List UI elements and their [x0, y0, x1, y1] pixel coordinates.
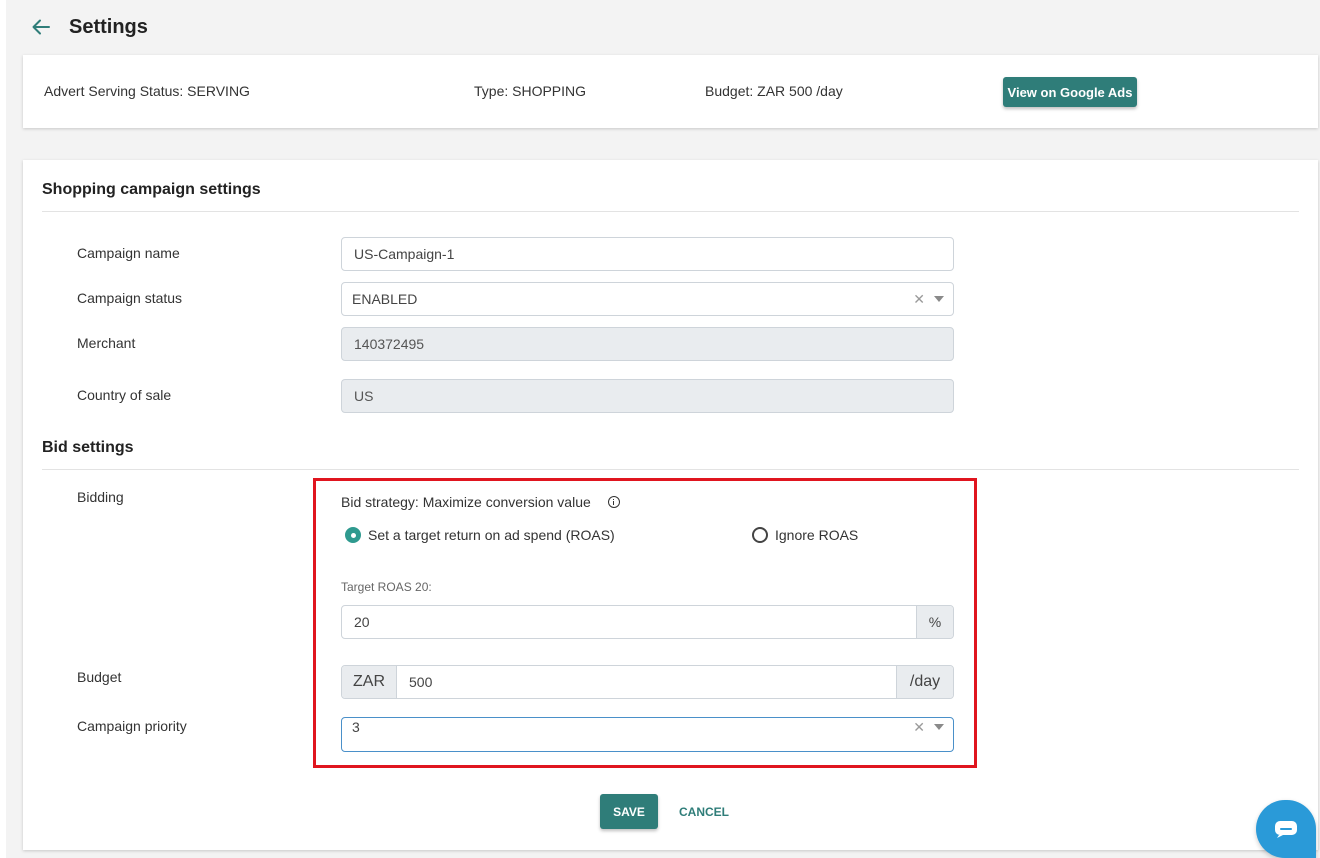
budget-input[interactable]: 500 — [397, 666, 896, 698]
campaign-status-value: ENABLED — [352, 291, 418, 307]
target-roas-radio[interactable]: Set a target return on ad spend (ROAS) — [345, 527, 615, 543]
radio-unchecked-icon[interactable] — [752, 527, 768, 543]
section-divider — [42, 211, 1299, 212]
bid-settings-title: Bid settings — [42, 439, 134, 456]
save-button[interactable]: SAVE — [600, 794, 658, 829]
back-arrow-icon[interactable] — [30, 16, 52, 38]
cancel-button[interactable]: CANCEL — [673, 794, 735, 829]
section-divider — [42, 469, 1299, 470]
select-controls: ✕ — [913, 283, 944, 315]
campaign-priority-value: 3 — [352, 719, 360, 735]
clear-icon[interactable]: ✕ — [913, 292, 925, 306]
budget-input-group: ZAR 500 /day — [341, 665, 954, 699]
radio-checked-icon[interactable] — [345, 527, 361, 543]
view-on-google-ads-button[interactable]: View on Google Ads — [1003, 77, 1137, 107]
campaign-priority-select[interactable]: 3 ✕ — [341, 717, 954, 752]
campaign-name-input[interactable]: US-Campaign-1 — [341, 237, 954, 271]
country-of-sale-value: US — [354, 388, 374, 404]
ignore-roas-radio-label: Ignore ROAS — [775, 527, 859, 543]
ignore-roas-radio[interactable]: Ignore ROAS — [752, 527, 858, 543]
bid-strategy: Bid strategy: Maximize conversion value — [341, 494, 620, 510]
serving-status: Advert Serving Status: SERVING — [44, 83, 250, 99]
page-title: Settings — [69, 15, 148, 38]
campaign-status-select[interactable]: ENABLED ✕ — [341, 282, 954, 316]
clear-icon[interactable]: ✕ — [913, 720, 925, 734]
page-header: Settings — [30, 12, 148, 42]
info-icon[interactable] — [607, 496, 620, 508]
chevron-down-icon[interactable] — [934, 724, 944, 730]
percent-addon: % — [916, 606, 953, 638]
bid-strategy-text: Bid strategy: Maximize conversion value — [341, 494, 591, 510]
country-of-sale-input: US — [341, 379, 954, 413]
budget-label: Budget — [77, 669, 122, 685]
country-of-sale-label: Country of sale — [77, 387, 172, 403]
per-day-addon: /day — [896, 666, 953, 698]
select-controls: ✕ — [913, 718, 944, 751]
campaign-status-label: Campaign status — [77, 290, 183, 306]
merchant-input: 140372495 — [341, 327, 954, 361]
bidding-label: Bidding — [77, 489, 124, 505]
campaign-name-value: US-Campaign-1 — [354, 246, 455, 262]
campaign-priority-label: Campaign priority — [77, 718, 187, 734]
shopping-settings-title: Shopping campaign settings — [42, 181, 261, 198]
settings-form-card: Shopping campaign settings Campaign name… — [23, 160, 1318, 850]
campaign-summary-card: Advert Serving Status: SERVING Type: SHO… — [23, 55, 1318, 128]
target-roas-radio-label: Set a target return on ad spend (ROAS) — [368, 527, 615, 543]
currency-addon: ZAR — [342, 666, 397, 698]
target-roas-label: Target ROAS 20: — [341, 580, 432, 594]
campaign-type: Type: SHOPPING — [474, 83, 587, 99]
chevron-down-icon[interactable] — [934, 296, 944, 302]
merchant-label: Merchant — [77, 335, 136, 351]
target-roas-input[interactable]: 20 — [342, 606, 916, 638]
merchant-value: 140372495 — [354, 336, 425, 352]
target-roas-input-group: 20 % — [341, 605, 954, 639]
left-edge — [0, 0, 6, 858]
chat-icon[interactable] — [1256, 800, 1316, 858]
campaign-budget-summary: Budget: ZAR 500 /day — [705, 83, 843, 99]
campaign-name-label: Campaign name — [77, 245, 180, 261]
